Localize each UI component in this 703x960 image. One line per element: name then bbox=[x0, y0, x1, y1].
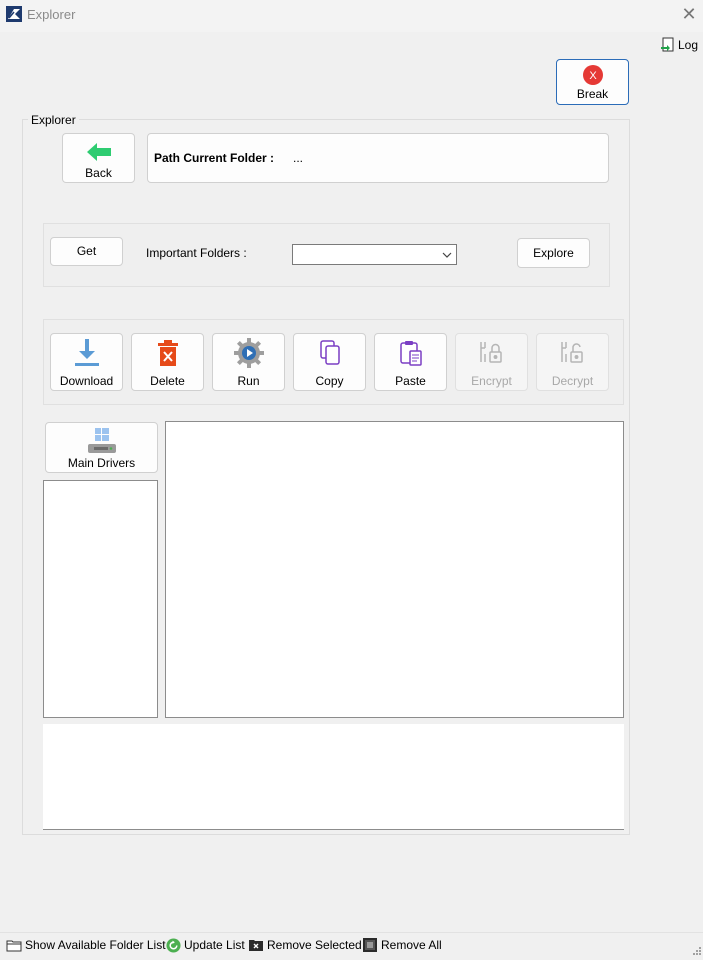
drive-icon bbox=[46, 427, 157, 455]
run-button[interactable]: Run bbox=[212, 333, 285, 391]
paste-icon bbox=[375, 339, 446, 367]
resize-grip-icon[interactable] bbox=[690, 946, 702, 958]
log-icon bbox=[661, 37, 674, 52]
remove-selected-label: Remove Selected bbox=[267, 938, 362, 952]
copy-button[interactable]: Copy bbox=[293, 333, 366, 391]
refresh-icon bbox=[166, 937, 181, 953]
explore-label: Explore bbox=[533, 246, 574, 260]
main-drivers-label: Main Drivers bbox=[67, 456, 136, 470]
path-label: Path Current Folder : bbox=[154, 151, 275, 165]
update-list[interactable]: Update List bbox=[166, 936, 245, 954]
delete-button[interactable]: Delete bbox=[131, 333, 204, 391]
break-label: Break bbox=[576, 87, 609, 101]
window-title: Explorer bbox=[27, 7, 76, 22]
remove-all-label: Remove All bbox=[381, 938, 442, 952]
app-logo-icon bbox=[6, 6, 22, 22]
remove-all-icon bbox=[363, 938, 377, 952]
file-list[interactable] bbox=[165, 421, 624, 718]
stop-x-icon: X bbox=[557, 65, 628, 85]
back-label: Back bbox=[85, 166, 112, 180]
unlock-icon bbox=[537, 338, 608, 368]
encrypt-label: Encrypt bbox=[471, 374, 512, 388]
delete-label: Delete bbox=[150, 374, 185, 388]
get-label: Get bbox=[76, 244, 97, 258]
download-button[interactable]: Download bbox=[50, 333, 123, 391]
log-label: Log bbox=[678, 38, 699, 52]
log-link[interactable]: Log bbox=[660, 37, 703, 53]
output-area[interactable] bbox=[43, 724, 624, 830]
decrypt-button[interactable]: Decrypt bbox=[536, 333, 609, 391]
chevron-down-icon bbox=[442, 252, 452, 258]
remove-selected-icon bbox=[249, 940, 263, 951]
get-button[interactable]: Get bbox=[50, 237, 123, 266]
download-icon bbox=[51, 337, 122, 369]
group-legend: Explorer bbox=[28, 113, 79, 127]
lock-icon bbox=[456, 338, 527, 368]
drivers-list[interactable] bbox=[43, 480, 158, 718]
show-available-label: Show Available Folder List bbox=[25, 938, 166, 952]
explore-button[interactable]: Explore bbox=[517, 238, 590, 268]
encrypt-button[interactable]: Encrypt bbox=[455, 333, 528, 391]
paste-label: Paste bbox=[395, 374, 426, 388]
title-bar: Explorer ✕ bbox=[0, 0, 703, 32]
run-label: Run bbox=[237, 374, 260, 388]
path-value: ... bbox=[293, 151, 304, 165]
arrow-left-icon bbox=[63, 141, 134, 163]
download-label: Download bbox=[59, 374, 114, 388]
remove-all[interactable]: Remove All bbox=[362, 936, 442, 954]
back-button[interactable]: Back bbox=[62, 133, 135, 183]
important-folders-select[interactable] bbox=[292, 244, 457, 265]
paste-button[interactable]: Paste bbox=[374, 333, 447, 391]
main-drivers-button[interactable]: Main Drivers bbox=[45, 422, 158, 473]
trash-icon bbox=[132, 338, 203, 368]
folder-list-icon bbox=[6, 940, 22, 952]
important-folders-label: Important Folders : bbox=[146, 246, 247, 260]
gear-play-icon bbox=[213, 337, 284, 369]
update-list-label: Update List bbox=[184, 938, 245, 952]
close-icon[interactable]: ✕ bbox=[680, 4, 698, 24]
show-available-folder-list[interactable]: Show Available Folder List bbox=[6, 936, 166, 954]
path-box: Path Current Folder : ... bbox=[147, 133, 609, 183]
copy-icon bbox=[294, 339, 365, 367]
svg-text:X: X bbox=[589, 70, 597, 82]
copy-label: Copy bbox=[315, 374, 344, 388]
break-button[interactable]: X Break bbox=[556, 59, 629, 105]
remove-selected[interactable]: Remove Selected bbox=[248, 936, 362, 954]
decrypt-label: Decrypt bbox=[551, 374, 594, 388]
